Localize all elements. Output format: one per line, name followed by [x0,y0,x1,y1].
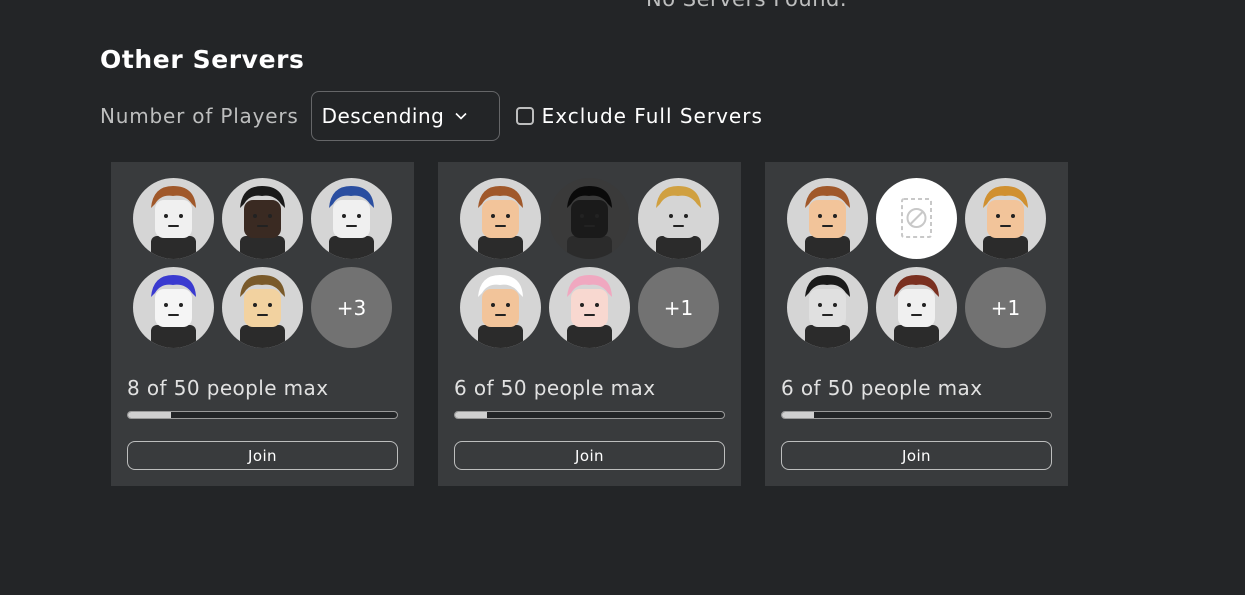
server-card: +1 6 of 50 people max Join [765,162,1068,486]
player-count-bar [454,411,725,419]
player-avatar-icon[interactable] [965,178,1046,259]
player-avatar-icon[interactable] [133,267,214,348]
sort-order-dropdown[interactable]: Descending [310,91,500,141]
player-avatar-icon[interactable] [222,178,303,259]
join-button[interactable]: Join [454,441,725,470]
player-count-bar-fill [782,412,815,418]
blocked-avatar-icon[interactable] [876,178,957,259]
server-card: +1 6 of 50 people max Join [438,162,741,486]
sort-order-value: Descending [321,104,445,128]
more-players-badge: +3 [311,267,392,348]
exclude-full-servers-label: Exclude Full Servers [541,104,763,128]
player-avatar-icon[interactable] [638,178,719,259]
more-players-badge: +1 [638,267,719,348]
player-avatar-icon[interactable] [549,178,630,259]
exclude-full-servers-checkbox[interactable] [515,107,534,125]
section-title: Other Servers [100,45,305,74]
sort-label: Number of Players [100,104,299,128]
player-avatar-icon[interactable] [133,178,214,259]
player-avatar-icon[interactable] [787,178,868,259]
server-card: +3 8 of 50 people max Join [111,162,414,486]
player-avatar-icon[interactable] [460,267,541,348]
player-avatar-icon[interactable] [549,267,630,348]
more-players-badge: +1 [965,267,1046,348]
player-avatar-icon[interactable] [787,267,868,348]
player-avatar-icon[interactable] [311,178,392,259]
player-count-text: 6 of 50 people max [781,376,983,400]
player-avatar-icon[interactable] [222,267,303,348]
server-list-page: No Servers Found. Other Servers Number o… [0,0,1245,595]
player-avatar-icon[interactable] [460,178,541,259]
player-avatar-icon[interactable] [876,267,957,348]
no-servers-message: No Servers Found. [646,0,847,11]
chevron-down-icon [454,109,468,123]
exclude-full-servers-toggle[interactable]: Exclude Full Servers [515,104,763,128]
player-count-bar [781,411,1052,419]
player-count-bar-fill [455,412,488,418]
join-button[interactable]: Join [781,441,1052,470]
player-count-text: 6 of 50 people max [454,376,656,400]
player-count-text: 8 of 50 people max [127,376,329,400]
join-button[interactable]: Join [127,441,398,470]
player-count-bar [127,411,398,419]
server-filters: Number of Players Descending Exclude Ful… [100,90,763,142]
player-count-bar-fill [128,412,172,418]
